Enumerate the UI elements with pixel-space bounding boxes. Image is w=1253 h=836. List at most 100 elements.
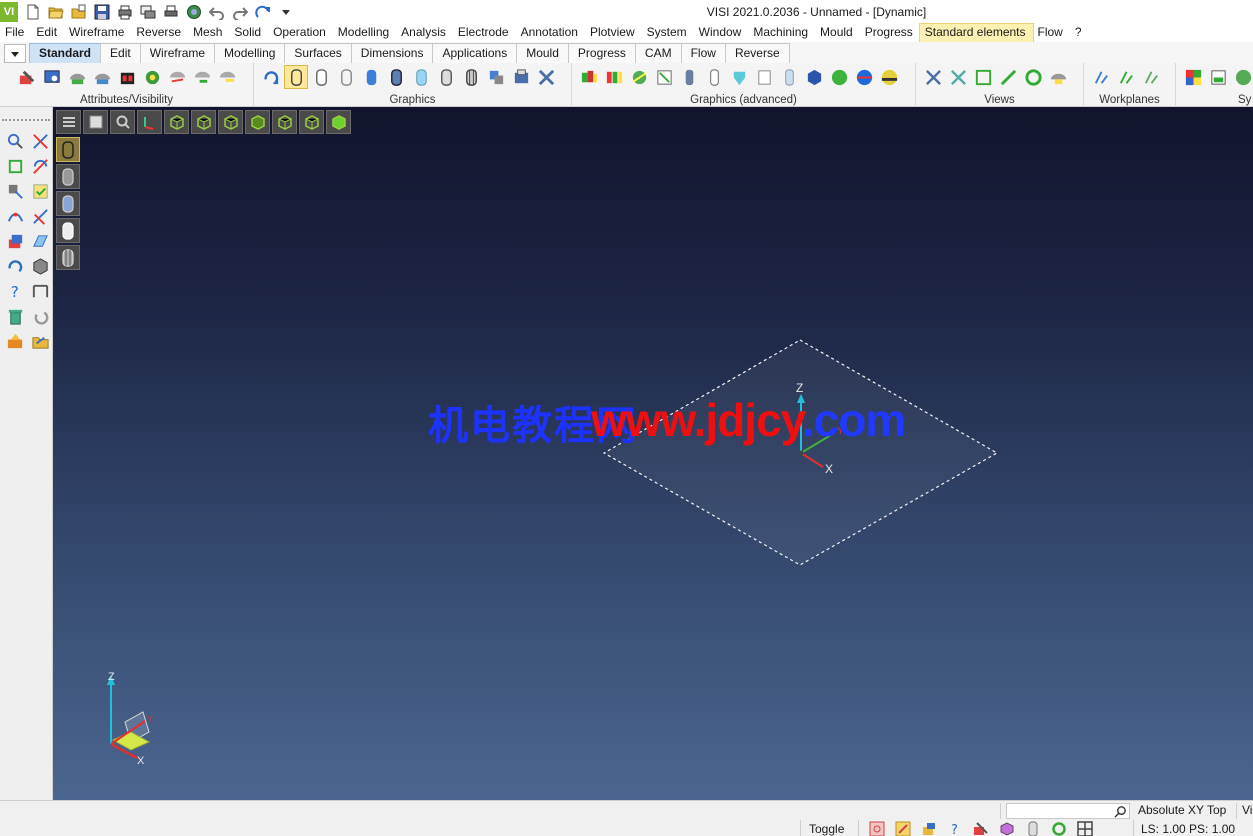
menu-annotation[interactable]: Annotation [516, 24, 585, 42]
silhouette-icon[interactable] [753, 66, 775, 88]
grid-icon[interactable] [1074, 820, 1096, 836]
status-search-input[interactable] [1006, 803, 1130, 819]
menu-plotview[interactable]: Plotview [585, 24, 642, 42]
tab-applications[interactable]: Applications [432, 43, 518, 63]
axis-view-icon[interactable] [137, 110, 162, 134]
view-zoom-box-icon[interactable] [972, 66, 994, 88]
palette-icon[interactable] [1182, 66, 1204, 88]
clip-view-icon[interactable] [510, 66, 532, 88]
dashed-hidden-icon[interactable] [335, 66, 357, 88]
layer-status-icon[interactable] [1022, 820, 1044, 836]
menu-standard-elements[interactable]: Standard elements [918, 23, 1034, 43]
ghost-icon[interactable] [778, 66, 800, 88]
lighting-icon[interactable] [653, 66, 675, 88]
shaded-icon[interactable] [360, 66, 382, 88]
layer-icon[interactable] [141, 66, 163, 88]
view-bottom-icon[interactable] [299, 110, 324, 134]
hide-icon[interactable] [66, 66, 88, 88]
ribbon-dropdown-button[interactable] [4, 44, 26, 63]
tangent-icon[interactable] [28, 204, 52, 228]
view-back-icon[interactable] [272, 110, 297, 134]
color-icon[interactable] [41, 66, 63, 88]
tab-dimensions[interactable]: Dimensions [350, 43, 434, 63]
tab-reverse[interactable]: Reverse [724, 43, 790, 63]
display-wireframe-icon[interactable] [56, 137, 80, 162]
display-outline-icon[interactable] [56, 218, 80, 243]
view-right-icon[interactable] [218, 110, 243, 134]
tab-wireframe[interactable]: Wireframe [139, 43, 216, 63]
sphere-yellow-icon[interactable] [878, 66, 900, 88]
surface-icon[interactable] [28, 229, 52, 253]
magnifier-icon[interactable] [110, 110, 135, 134]
tab-edit[interactable]: Edit [100, 43, 141, 63]
single-view-icon[interactable] [83, 110, 108, 134]
tab-modelling[interactable]: Modelling [214, 43, 286, 63]
menu-reverse[interactable]: Reverse [131, 24, 188, 42]
sphere-blue-icon[interactable] [853, 66, 875, 88]
curve-analysis-icon[interactable] [3, 204, 27, 228]
analysis-shade-icon[interactable] [628, 66, 650, 88]
display-mesh-icon[interactable] [56, 245, 80, 270]
redraw-icon[interactable] [3, 254, 27, 278]
swap-visibility-icon[interactable] [116, 66, 138, 88]
menu-solid[interactable]: Solid [229, 24, 268, 42]
help-status-icon[interactable]: ? [944, 820, 966, 836]
view-front-icon[interactable] [191, 110, 216, 134]
tab-cam[interactable]: CAM [634, 43, 682, 63]
view-refresh-icon[interactable] [1022, 66, 1044, 88]
trash-icon[interactable] [3, 304, 27, 328]
menu-system[interactable]: System [642, 24, 694, 42]
view-isometric-icon[interactable] [326, 110, 351, 134]
section-view-icon[interactable] [485, 66, 507, 88]
texture-icon[interactable] [728, 66, 750, 88]
solid-box-icon[interactable] [28, 254, 52, 278]
sphere-green-icon[interactable] [828, 66, 850, 88]
menu-analysis[interactable]: Analysis [396, 24, 453, 42]
visibility-icon[interactable] [216, 66, 238, 88]
help-icon[interactable]: ? [3, 279, 27, 303]
dynamic-view-icon[interactable] [578, 66, 600, 88]
workplane-icon[interactable] [1090, 66, 1112, 88]
tools-icon[interactable] [3, 329, 27, 353]
view-zoom-icon[interactable] [997, 66, 1019, 88]
outline-icon[interactable] [435, 66, 457, 88]
workplane-rotate-icon[interactable] [1140, 66, 1162, 88]
layers-icon[interactable] [3, 229, 27, 253]
menu-file[interactable]: File [0, 24, 31, 42]
menu-progress[interactable]: Progress [860, 24, 920, 42]
menu-help[interactable]: ? [1070, 24, 1089, 42]
open-drawing-icon[interactable] [28, 329, 52, 353]
filter-icon[interactable] [166, 66, 188, 88]
settings-window-icon[interactable] [1207, 66, 1229, 88]
edit-curve-icon[interactable] [28, 154, 52, 178]
box-shade-icon[interactable] [803, 66, 825, 88]
unhide-icon[interactable] [191, 66, 213, 88]
workplane-move-icon[interactable] [1115, 66, 1137, 88]
tab-progress[interactable]: Progress [567, 43, 636, 63]
toolbar-grip[interactable] [2, 119, 50, 125]
current-view-label[interactable]: Absolute XY Top [1138, 803, 1226, 817]
material-icon[interactable] [703, 66, 725, 88]
grid-snap-icon[interactable] [866, 820, 888, 836]
show-icon[interactable] [91, 66, 113, 88]
tab-standard[interactable]: Standard [29, 43, 102, 63]
menu-mould[interactable]: Mould [815, 24, 860, 42]
transparent-icon[interactable] [410, 66, 432, 88]
view-top-icon[interactable] [164, 110, 189, 134]
bounding-box-icon[interactable] [3, 154, 27, 178]
scene-canvas[interactable]: Z Y X Z Y X [53, 107, 1253, 800]
view-pan-icon[interactable] [947, 66, 969, 88]
transform-icon[interactable] [3, 179, 27, 203]
display-hidden-icon[interactable] [56, 164, 80, 189]
menu-flow[interactable]: Flow [1033, 24, 1070, 42]
tab-mould[interactable]: Mould [516, 43, 569, 63]
menu-lines-icon[interactable] [56, 110, 81, 134]
graphics-viewport[interactable]: Z Y X Z Y X 机电教程网 www.jdjcy.com [53, 107, 1253, 800]
menu-window[interactable]: Window [694, 24, 749, 42]
regenerate-icon[interactable] [1048, 820, 1070, 836]
check-icon[interactable] [28, 179, 52, 203]
search-icon[interactable] [1114, 805, 1127, 818]
menu-machining[interactable]: Machining [748, 24, 815, 42]
dimension-icon[interactable] [28, 279, 52, 303]
select-icon[interactable] [3, 129, 27, 153]
